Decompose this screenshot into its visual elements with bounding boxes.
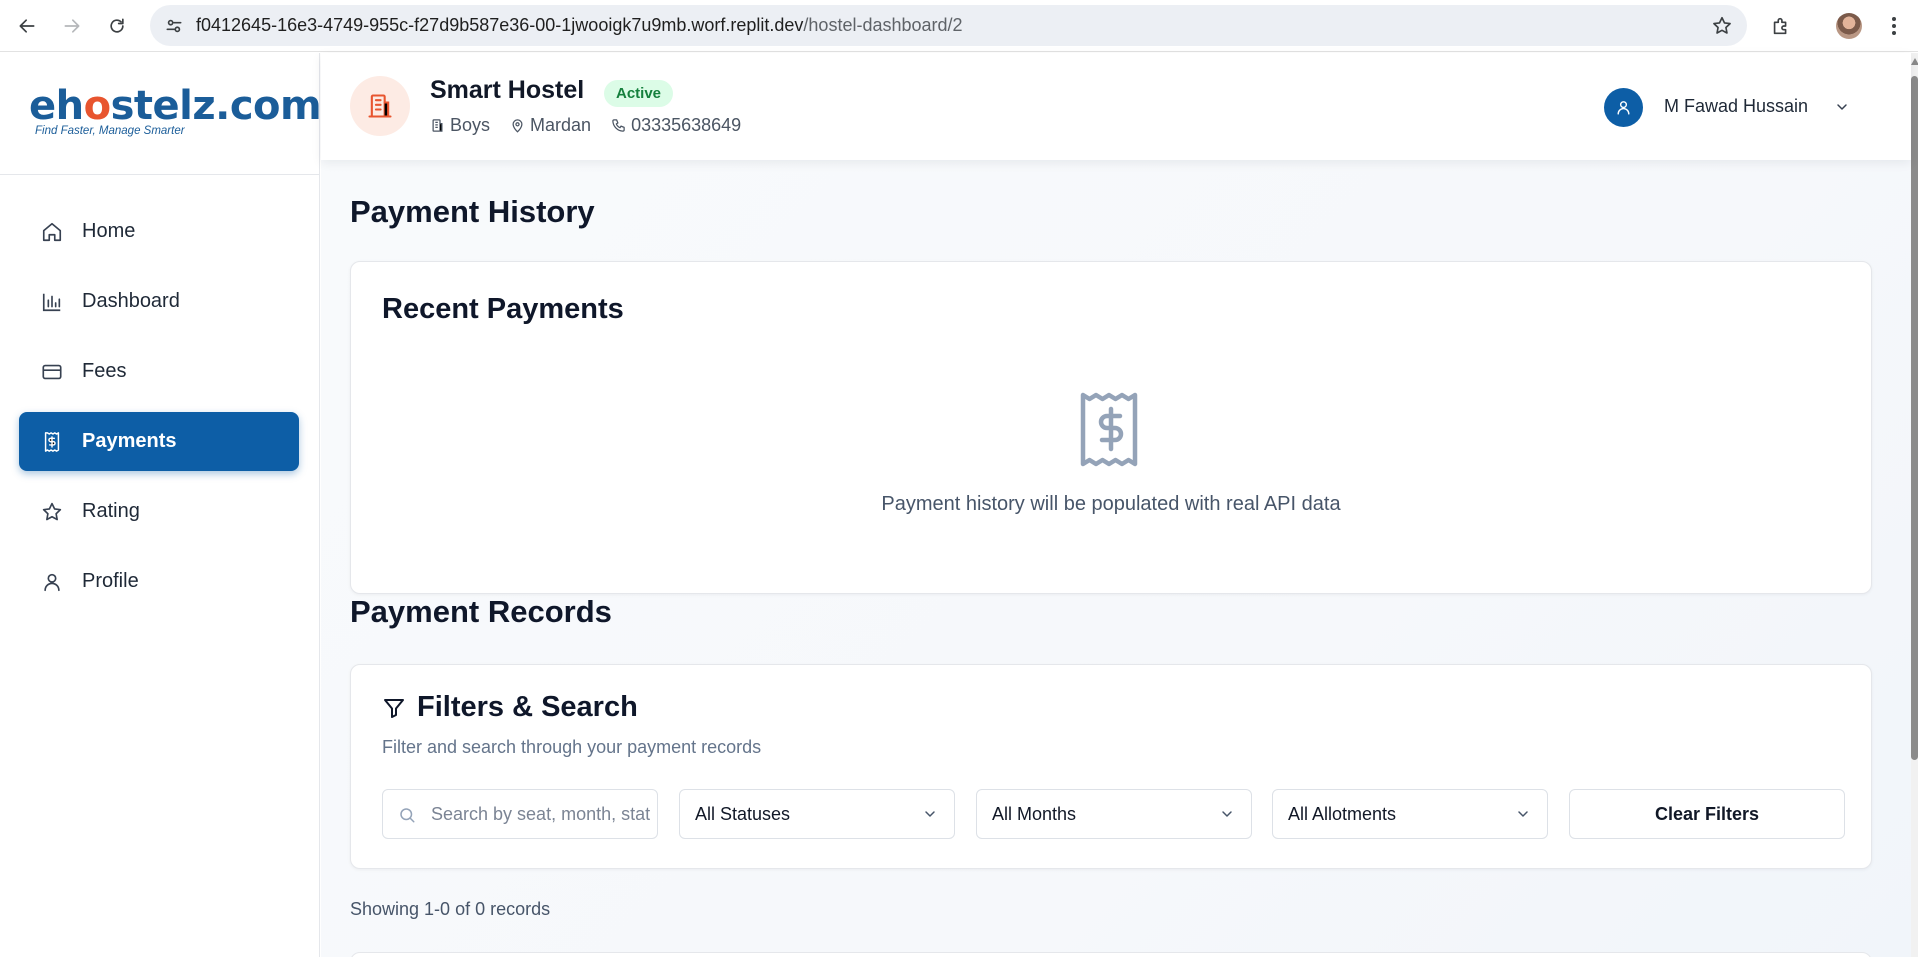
user-icon — [1617, 101, 1630, 115]
hostel-type: Boys — [430, 115, 490, 136]
browser-menu-button[interactable] — [1882, 11, 1906, 41]
sidebar-item-home[interactable]: Home — [19, 202, 299, 261]
receipt-icon — [40, 430, 64, 454]
sidebar-item-dashboard[interactable]: Dashboard — [19, 272, 299, 331]
empty-state-text: Payment history will be populated with r… — [881, 493, 1341, 515]
filter-icon — [384, 698, 404, 718]
months-select[interactable]: All Months — [976, 789, 1252, 839]
sidebar-item-label: Rating — [82, 500, 140, 522]
status-select-value: All Statuses — [695, 804, 791, 824]
forward-button[interactable] — [57, 11, 87, 41]
hostel-phone: 03335638649 — [611, 115, 741, 136]
logo-area: ehostelz.com Find Faster, Manage Smarter — [0, 53, 322, 175]
chevron-down-icon — [1518, 811, 1528, 817]
hostel-meta: Boys Mardan 03335638649 — [430, 115, 761, 136]
bookmark-button[interactable] — [1707, 11, 1737, 41]
reload-button[interactable] — [102, 11, 132, 41]
url-host: f0412645-16e3-4749-955c-f27d9b587e36-00-… — [196, 15, 804, 35]
recent-payments-title: Recent Payments — [382, 293, 624, 325]
more-vertical-icon — [1892, 17, 1896, 35]
user-avatar[interactable] — [1604, 88, 1643, 127]
sidebar-item-label: Payments — [82, 430, 177, 452]
map-pin-icon — [512, 119, 523, 133]
sidebar-item-payments[interactable]: Payments — [19, 412, 299, 471]
allotments-select[interactable]: All Allotments — [1272, 789, 1548, 839]
search-field[interactable] — [382, 789, 658, 839]
filters-title: Filters & Search — [382, 691, 638, 724]
app-header: Smart Hostel Active Boys Mardan 03335638… — [321, 53, 1911, 160]
home-icon — [40, 220, 64, 244]
sidebar-item-profile[interactable]: Profile — [19, 552, 299, 611]
building-small-icon — [432, 119, 443, 132]
sidebar-nav: Home Dashboard Fees Payments Rating Prof… — [19, 202, 299, 622]
records-count: Showing 1-0 of 0 records — [350, 899, 551, 919]
sidebar-item-label: Fees — [82, 360, 127, 382]
sidebar-item-fees[interactable]: Fees — [19, 342, 299, 401]
scrollbar-thumb[interactable] — [1911, 76, 1918, 760]
chevron-down-icon[interactable] — [1832, 97, 1852, 117]
browser-toolbar: f0412645-16e3-4749-955c-f27d9b587e36-00-… — [0, 0, 1918, 52]
status-select[interactable]: All Statuses — [679, 789, 955, 839]
extensions-button[interactable] — [1766, 11, 1796, 41]
months-select-value: All Months — [992, 804, 1077, 824]
sidebar: ehostelz.com Find Faster, Manage Smarter… — [0, 53, 322, 957]
main-content: Payment History Recent Payments Payment … — [321, 160, 1911, 957]
logo-wordmark: ehostelz.com — [29, 83, 322, 129]
records-table-card — [350, 952, 1872, 957]
sidebar-item-rating[interactable]: Rating — [19, 482, 299, 541]
hostel-city: Mardan — [510, 115, 591, 136]
phone-icon — [612, 119, 625, 132]
sidebar-item-label: Dashboard — [82, 290, 180, 312]
browser-profile-avatar[interactable] — [1836, 13, 1862, 39]
allotments-select-value: All Allotments — [1288, 804, 1397, 824]
search-icon — [400, 808, 415, 823]
hostel-avatar — [350, 76, 410, 136]
payment-records-title: Payment Records — [350, 594, 612, 629]
bar-chart-icon — [40, 290, 64, 314]
reload-icon — [110, 18, 124, 33]
search-input[interactable] — [431, 790, 651, 838]
url-text: f0412645-16e3-4749-955c-f27d9b587e36-00-… — [196, 5, 963, 46]
back-button[interactable] — [12, 11, 42, 41]
chevron-down-icon — [925, 811, 935, 817]
page-title: Payment History — [350, 194, 595, 229]
building-icon — [368, 94, 392, 118]
status-badge: Active — [604, 80, 674, 107]
clear-filters-button[interactable]: Clear Filters — [1569, 789, 1845, 839]
receipt-dollar-icon — [1080, 392, 1138, 467]
star-outline-icon — [1713, 16, 1731, 34]
user-icon — [40, 570, 64, 594]
address-bar[interactable]: f0412645-16e3-4749-955c-f27d9b587e36-00-… — [150, 5, 1747, 46]
recent-payments-card: Recent Payments Payment history will be … — [350, 261, 1872, 594]
star-icon — [40, 500, 64, 524]
filters-description: Filter and search through your payment r… — [382, 737, 762, 757]
site-info-button[interactable] — [160, 12, 188, 40]
credit-card-icon — [40, 360, 64, 384]
hostel-name: Smart Hostel — [430, 76, 585, 104]
scroll-up-arrow[interactable] — [1911, 58, 1918, 65]
url-path: /hostel-dashboard/2 — [803, 15, 963, 35]
chevron-down-icon — [1222, 811, 1232, 817]
arrow-left-icon — [19, 19, 35, 33]
brand-logo[interactable]: ehostelz.com Find Faster, Manage Smarter — [29, 83, 322, 137]
sidebar-item-label: Home — [82, 220, 136, 242]
user-menu-name[interactable]: M Fawad Hussain — [1664, 96, 1808, 117]
sidebar-item-label: Profile — [82, 570, 139, 592]
tune-icon — [166, 19, 182, 33]
filters-card: Filters & Search Filter and search throu… — [350, 664, 1872, 869]
arrow-right-icon — [64, 19, 80, 33]
puzzle-icon — [1773, 17, 1787, 35]
